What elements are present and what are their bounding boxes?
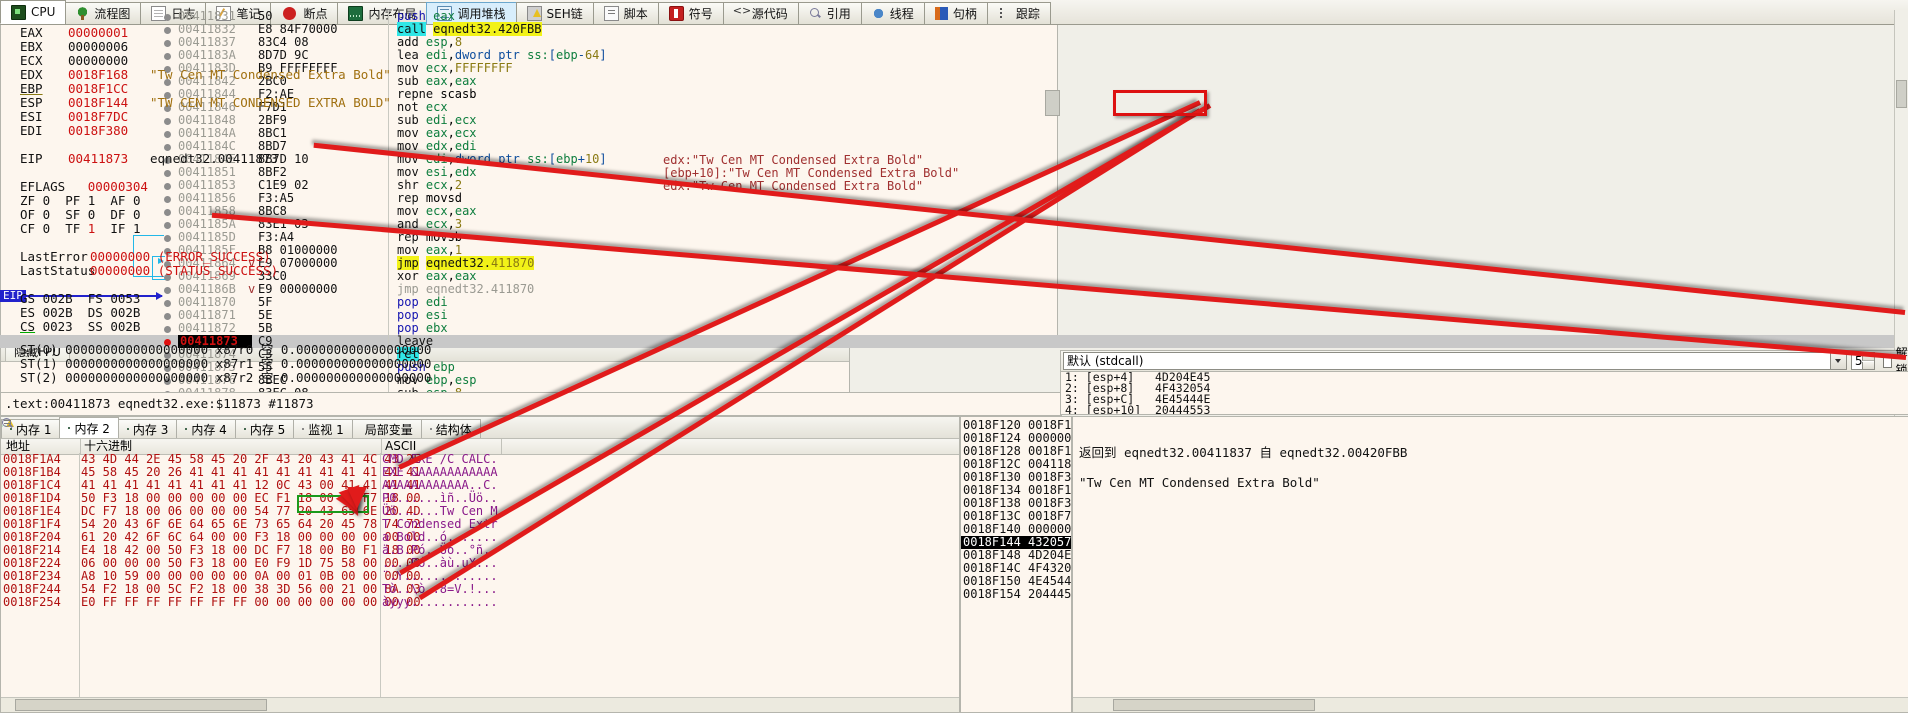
dump-row[interactable]: 0018F254 E0 FF FF FF FF FF FF FF 00 00 00… <box>1 596 959 609</box>
lasterror-name[interactable]: LastError <box>20 249 88 264</box>
dump-rows[interactable]: 0018F1A4 43 4D 44 2E 45 58 45 20 2F 43 20… <box>1 453 959 698</box>
dump-tab-label: 监视 1 <box>308 422 344 437</box>
register-value-ecx[interactable]: 00000000 <box>68 53 128 68</box>
dump-hscrollbar[interactable] <box>1 697 959 712</box>
register-comment-edx[interactable]: "Tw Cen MT Condensed Extra Bold" <box>150 67 391 82</box>
stack-arguments-rows: 1: [esp+4] 4D204E45 2: [esp+8] 4F432054 3:… <box>1065 372 1908 414</box>
info-hscrollbar[interactable] <box>1073 697 1908 712</box>
struct-icon <box>429 428 432 430</box>
memory-dump-panel[interactable]: 内存 1 内存 2 内存 3 内存 4 内存 5 监视 1 局部变量 结构体 地址 十六进制 AS… <box>0 416 960 713</box>
dump-tab-label: 内存 3 <box>132 422 169 437</box>
dump-hex: E0 FF FF FF FF FF FF FF 00 00 00 00 00 0… <box>81 595 421 609</box>
flags-row[interactable]: ZF 0 PF 1 AF 0 <box>20 193 141 208</box>
stack-comment-row: "Tw Cen MT Condensed Extra Bold" <box>1079 475 1320 490</box>
calling-convention-select[interactable]: 默认 (stdcall) <box>1063 352 1847 370</box>
stack-comment-row: 返回到 eqnedt32.00411837 自 eqnedt32.00420FB… <box>1079 445 1408 460</box>
memory-icon <box>243 428 246 430</box>
register-value-eip[interactable]: 00411873 <box>68 151 128 166</box>
lasterror-value[interactable]: 00000000 (ERROR_SUCCESS) <box>90 249 271 264</box>
dump-address: 0018F254 <box>3 595 61 609</box>
dump-header-cell[interactable]: 地址 <box>3 439 81 454</box>
register-name-eip[interactable]: EIP <box>20 151 43 166</box>
stack-rows[interactable]: 0018F120 0018F1870018F124 000000000018F1… <box>961 419 1071 601</box>
register-comment-eip[interactable]: eqnedt32.00411873 <box>150 151 278 166</box>
disassembly-split-scroll[interactable] <box>1045 90 1060 116</box>
register-value-esi[interactable]: 0018F7DC <box>68 109 128 124</box>
watch-icon <box>302 428 305 430</box>
segment-row[interactable]: CS 0023 SS 002B <box>20 319 140 334</box>
register-name-ebx[interactable]: EBX <box>20 39 43 54</box>
dump-tab-label: 内存 2 <box>74 421 110 436</box>
memory-icon <box>10 428 12 430</box>
memory-icon <box>185 428 188 430</box>
ebp-highlight-box <box>1113 90 1207 116</box>
dump-tab-label: 内存 5 <box>249 422 286 437</box>
calling-convention-value: 默认 (stdcall) <box>1067 354 1144 368</box>
segment-row[interactable]: ES 002B DS 002B <box>20 305 140 320</box>
register-name-ecx[interactable]: ECX <box>20 53 43 68</box>
stack-view-row[interactable]: 0018F154 20444553 <box>961 588 1071 601</box>
x64dbg-window: CPU流程图日志笔记断点内存布局调用堆栈SEH链脚本符号源代码引用线程句柄跟踪 … <box>0 0 1908 713</box>
stack-comment-row <box>1073 460 1908 475</box>
dump-tab-3[interactable]: 内存 4 <box>176 419 236 438</box>
memory-icon <box>68 427 71 429</box>
calling-convention-bar[interactable]: 默认 (stdcall) 5 解锁 <box>1060 346 1908 377</box>
dump-tab-label: 内存 1 <box>16 422 52 437</box>
info-scroll-thumb[interactable] <box>1113 699 1315 711</box>
dump-column-divider-1 <box>79 453 80 698</box>
register-name-esi[interactable]: ESI <box>20 109 43 124</box>
dump-tab-label: 内存 4 <box>191 422 227 437</box>
register-value-eax[interactable]: 00000001 <box>68 25 128 40</box>
fpu-register-row[interactable]: ST(2) 0000000000000000000 x87r2 空 0.0000… <box>20 367 431 386</box>
dump-tab-2[interactable]: 内存 3 <box>117 419 178 438</box>
dump-header-cell[interactable]: 十六进制 <box>81 439 382 454</box>
flags-row[interactable]: OF 0 SF 0 DF 0 <box>20 207 141 222</box>
dump-scroll-thumb[interactable] <box>15 699 267 711</box>
register-value-edx[interactable]: 0018F168 <box>68 67 128 82</box>
stack-comment-rows: 返回到 eqnedt32.00411837 自 eqnedt32.00420FB… <box>1073 445 1908 490</box>
segment-row[interactable]: GS 002B FS 0053 <box>20 291 140 306</box>
dump-tab-6[interactable]: 局部变量 <box>351 419 422 438</box>
dump-tab-4[interactable]: 内存 5 <box>234 419 295 438</box>
eflags-line[interactable]: EFLAGS 00000304 <box>20 179 148 194</box>
register-comment-esp[interactable]: "TW CEN MT CONDENSED EXTRA BOLD" <box>150 95 391 110</box>
register-value-ebp[interactable]: 0018F1CC <box>68 81 128 96</box>
stack-comment-panel[interactable]: 返回到 eqnedt32.00411837 自 eqnedt32.00420FB… <box>1072 416 1908 713</box>
stack-argument-row[interactable]: 4: [esp+10] 20444553 <box>1065 404 1908 414</box>
memory-icon <box>126 428 129 430</box>
dump-tab-5[interactable]: 监视 1 <box>293 419 353 438</box>
annotation-arrow-5-head <box>347 487 367 509</box>
dump-column-divider-2 <box>380 453 381 698</box>
register-value-esp[interactable]: 0018F144 <box>68 95 128 110</box>
register-name-eax[interactable]: EAX <box>20 25 43 40</box>
register-name-edi[interactable]: EDI <box>20 123 43 138</box>
register-name-esp[interactable]: ESP <box>20 95 43 110</box>
register-name-edx[interactable]: EDX <box>20 67 43 82</box>
stack-arguments-panel[interactable]: 1: [esp+4] 4D204E45 2: [esp+8] 4F432054 3:… <box>1060 371 1908 415</box>
dump-ascii: àyyy............ <box>382 595 498 609</box>
dump-tab-label: 局部变量 <box>364 422 413 437</box>
register-name-ebp[interactable]: EBP <box>20 81 43 96</box>
spinner-down-icon[interactable] <box>1861 362 1874 369</box>
dump-tab-1[interactable]: 内存 2 <box>59 417 119 438</box>
register-value-edi[interactable]: 0018F380 <box>68 123 128 138</box>
flags-row[interactable]: CF 0 TF 1 IF 1 <box>20 221 141 236</box>
chevron-down-icon[interactable] <box>1829 353 1846 369</box>
stack-view-panel[interactable]: 0018F120 0018F1870018F124 000000000018F1… <box>960 416 1072 713</box>
lasterror-value[interactable]: 00000000 (STATUS_SUCCESS) <box>90 263 278 278</box>
register-value-ebx[interactable]: 00000006 <box>68 39 128 54</box>
lasterror-name[interactable]: LastStatus <box>20 263 95 278</box>
